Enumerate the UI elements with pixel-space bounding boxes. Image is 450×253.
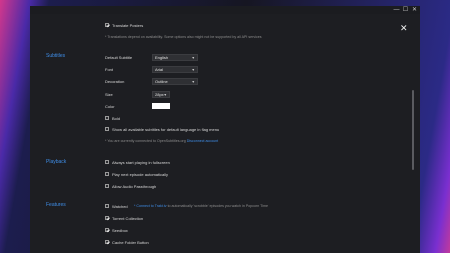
default-subtitle-select[interactable]: English ▼: [152, 54, 198, 61]
maximize-icon[interactable]: ☐: [401, 6, 410, 14]
watched-note: * Connect to Trakt.tv to automatically '…: [134, 204, 268, 208]
playback-section-title: Playback: [46, 159, 67, 165]
bold-label: Bold: [112, 116, 121, 121]
color-swatch[interactable]: [152, 103, 170, 109]
size-label: Size: [105, 92, 113, 97]
title-bar: — ☐ ✕: [30, 6, 420, 14]
chevron-down-icon: ▼: [191, 80, 195, 84]
color-label: Color: [105, 104, 115, 109]
audio-passthrough-label: Allow Audio Passthrough: [112, 184, 157, 189]
window-close-icon[interactable]: ✕: [410, 6, 419, 14]
translate-posters-checkbox[interactable]: [105, 23, 109, 27]
cache-folder-button-checkbox[interactable]: [105, 240, 109, 244]
minimize-icon[interactable]: —: [392, 6, 401, 14]
cache-folder-button-label: Cache Folder Button: [112, 240, 149, 245]
torrent-collection-checkbox[interactable]: [105, 216, 109, 220]
default-subtitle-value: English: [155, 55, 169, 60]
torrent-collection-label: Torrent Collection: [112, 216, 144, 221]
audio-passthrough-checkbox[interactable]: [105, 184, 109, 188]
chevron-down-icon: ▼: [191, 68, 195, 72]
seedbox-checkbox[interactable]: [105, 228, 109, 232]
seedbox-label: Seedbox: [112, 228, 128, 233]
translate-note: * Translations depend on availability. S…: [105, 35, 262, 39]
connected-note-text: * You are currently connected to OpenSub…: [105, 139, 186, 143]
scrollbar-thumb[interactable]: [412, 90, 414, 170]
font-select[interactable]: Arial ▼: [152, 66, 198, 73]
watched-note-text: to automatically 'scrobble' episodes you…: [167, 204, 269, 208]
settings-content: ✕ Translate Posters * Translations depen…: [30, 14, 420, 253]
chevron-down-icon: ▼: [191, 56, 195, 60]
play-next-episode-label: Play next episode automatically: [112, 172, 169, 177]
chevron-down-icon: ▼: [163, 93, 167, 97]
bold-checkbox[interactable]: [105, 116, 109, 120]
decoration-label: Decoration: [105, 79, 125, 84]
watched-label: Watched: [112, 204, 128, 209]
show-all-subtitles-label: Show all available subtitles for default…: [112, 127, 220, 132]
font-value: Arial: [155, 67, 164, 72]
subtitles-section-title: Subtitles: [46, 53, 66, 59]
font-label: Font: [105, 67, 114, 72]
settings-window: — ☐ ✕ ✕ Translate Posters * Translations…: [30, 6, 420, 253]
show-all-subtitles-checkbox[interactable]: [105, 127, 109, 131]
size-select[interactable]: 28px ▼: [152, 91, 170, 98]
always-fullscreen-checkbox[interactable]: [105, 160, 109, 164]
connect-trakt-link[interactable]: * Connect to Trakt.tv: [134, 204, 167, 208]
decoration-value: Outline: [155, 79, 168, 84]
translate-posters-label: Translate Posters: [112, 23, 144, 28]
features-section-title: Features: [46, 202, 66, 208]
play-next-episode-checkbox[interactable]: [105, 172, 109, 176]
watched-checkbox[interactable]: [105, 204, 109, 208]
always-fullscreen-label: Always start playing in fullscreen: [112, 160, 170, 165]
disconnect-account-link[interactable]: Disconnect account: [187, 139, 218, 143]
close-settings-icon[interactable]: ✕: [400, 24, 408, 33]
opensubtitles-note: * You are currently connected to OpenSub…: [105, 139, 218, 143]
default-subtitle-label: Default Subtitle: [105, 55, 133, 60]
decoration-select[interactable]: Outline ▼: [152, 78, 198, 85]
size-value: 28px: [155, 92, 164, 97]
